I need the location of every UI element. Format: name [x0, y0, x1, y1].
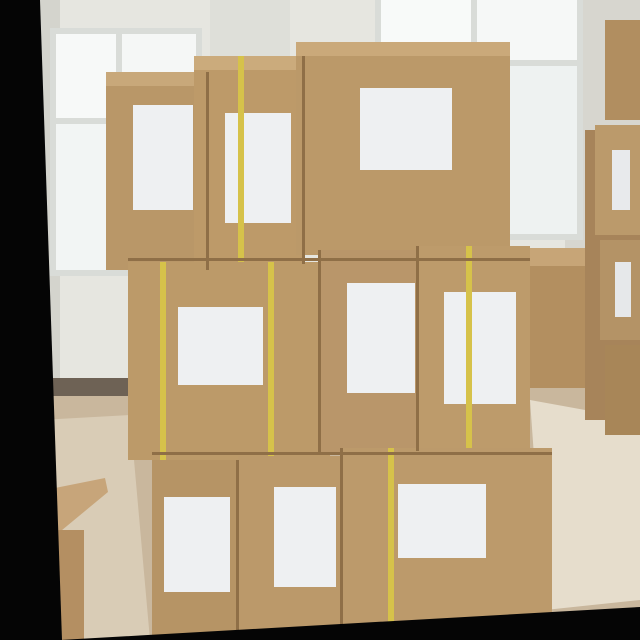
carton-label: [133, 105, 193, 210]
carton-label: [398, 484, 486, 558]
strap: [160, 262, 166, 460]
strap: [466, 246, 472, 451]
carton-label: [178, 307, 263, 385]
carton-label: [274, 487, 336, 587]
strap: [268, 262, 274, 460]
strap: [238, 56, 244, 264]
carton-stack-center: [106, 42, 552, 636]
carton-label: [444, 292, 516, 404]
carton-label: [347, 283, 415, 393]
strap: [388, 448, 394, 633]
carton-label: [164, 497, 230, 592]
warehouse-scene: [0, 0, 640, 640]
warehouse-photo: [0, 0, 640, 640]
carton-label: [225, 113, 291, 223]
carton-label: [360, 88, 452, 170]
